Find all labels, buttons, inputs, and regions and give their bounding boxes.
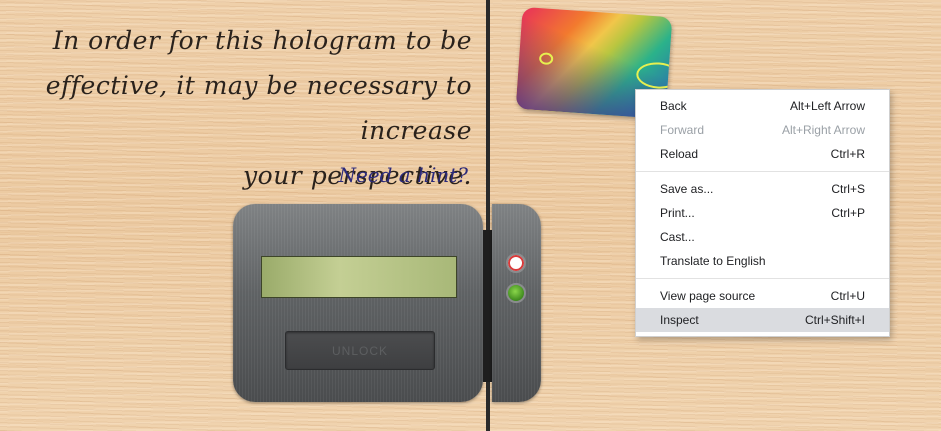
menu-item-shortcut: Alt+Left Arrow	[789, 99, 865, 113]
message-line: effective, it may be necessary to increa…	[45, 71, 472, 145]
menu-item-shortcut: Alt+Right Arrow	[781, 123, 865, 137]
hint-link[interactable]: Need a hint?	[300, 163, 468, 187]
menu-item-save-as[interactable]: Save as... Ctrl+S	[636, 177, 889, 201]
lock-device-panel: UNLOCK	[233, 204, 483, 402]
menu-item-label: Inspect	[660, 313, 699, 327]
code-display	[261, 256, 457, 298]
menu-item-label: Forward	[660, 123, 705, 137]
menu-item-label: Reload	[660, 147, 699, 161]
menu-item-forward[interactable]: Forward Alt+Right Arrow	[636, 118, 889, 142]
lock-hinge	[483, 230, 492, 382]
menu-item-shortcut: Ctrl+U	[830, 289, 865, 303]
menu-item-reload[interactable]: Reload Ctrl+R	[636, 142, 889, 166]
hologram-symbol	[538, 52, 554, 66]
menu-item-back[interactable]: Back Alt+Left Arrow	[636, 94, 889, 118]
menu-item-label: View page source	[660, 289, 756, 303]
message-line: In order for this hologram to be	[52, 26, 472, 55]
unlock-button[interactable]: UNLOCK	[285, 331, 435, 370]
red-status-light	[506, 253, 526, 273]
menu-item-view-source[interactable]: View page source Ctrl+U	[636, 284, 889, 308]
menu-item-label: Print...	[660, 206, 695, 220]
menu-item-label: Cast...	[660, 230, 695, 244]
menu-item-label: Translate to English	[660, 254, 766, 268]
menu-item-translate[interactable]: Translate to English	[636, 249, 889, 273]
menu-separator	[636, 278, 889, 279]
menu-item-label: Save as...	[660, 182, 714, 196]
hologram-symbol	[635, 61, 673, 91]
menu-item-shortcut: Ctrl+P	[831, 206, 865, 220]
menu-separator	[636, 171, 889, 172]
green-status-light	[506, 283, 526, 303]
menu-item-shortcut: Ctrl+S	[831, 182, 865, 196]
menu-item-print[interactable]: Print... Ctrl+P	[636, 201, 889, 225]
lock-device-side	[492, 204, 541, 402]
context-menu: Back Alt+Left Arrow Forward Alt+Right Ar…	[635, 89, 890, 337]
menu-item-label: Back	[660, 99, 687, 113]
menu-item-inspect[interactable]: Inspect Ctrl+Shift+I	[636, 308, 889, 332]
menu-item-shortcut: Ctrl+Shift+I	[804, 313, 865, 327]
menu-item-shortcut: Ctrl+R	[830, 147, 865, 161]
menu-item-cast[interactable]: Cast...	[636, 225, 889, 249]
